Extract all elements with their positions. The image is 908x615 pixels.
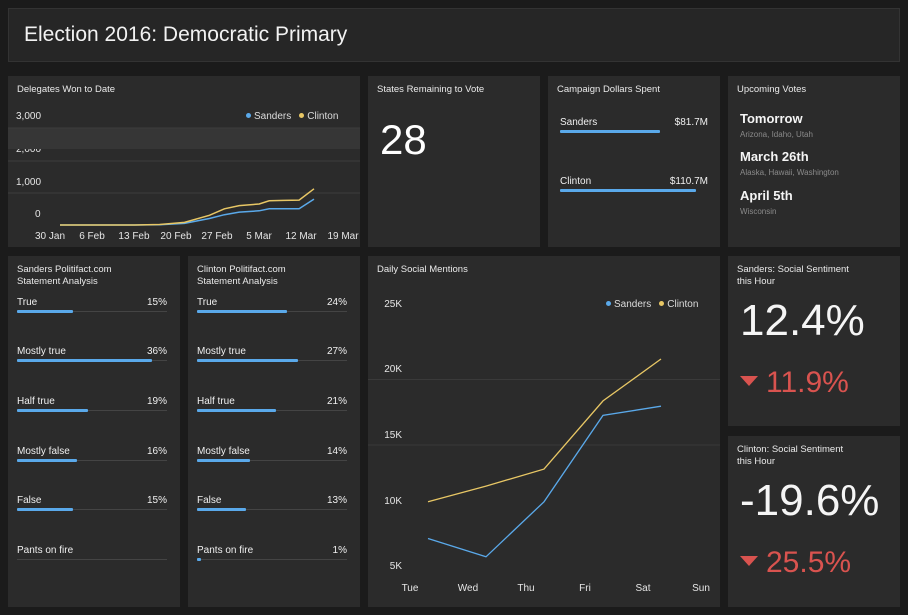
- states-title: States Remaining to Vote: [377, 84, 485, 95]
- sanders-politifact-title: Sanders Politifact.com Statement Analysi…: [17, 264, 112, 287]
- upcoming-date: Tomorrow: [740, 111, 803, 126]
- politifact-label: Half true: [197, 396, 235, 407]
- social-line-clinton: [427, 358, 662, 503]
- clinton-politifact-title: Clinton Politifact.com Statement Analysi…: [197, 264, 286, 287]
- politifact-bar: [197, 359, 299, 362]
- politifact-bar: [17, 459, 77, 462]
- social-panel: Daily Social Mentions Sanders Clinton 25…: [368, 256, 720, 607]
- delegates-band: [8, 128, 360, 149]
- social-chart: [368, 358, 720, 558]
- campaign-panel: Campaign Dollars Spent Sanders $81.7M Cl…: [548, 76, 720, 247]
- upcoming-date: March 26th: [740, 149, 809, 164]
- upcoming-panel: Upcoming Votes Tomorrow Arizona, Idaho, …: [728, 76, 900, 247]
- upcoming-date: April 5th: [740, 188, 793, 203]
- down-triangle-icon: [740, 376, 758, 386]
- politifact-percent: 21%: [326, 396, 347, 407]
- politifact-percent: 1%: [332, 545, 347, 556]
- campaign-title: Campaign Dollars Spent: [557, 84, 660, 95]
- politifact-label: Mostly false: [17, 446, 70, 457]
- dashboard-header: Election 2016: Democratic Primary: [8, 8, 900, 62]
- clinton-sentiment-panel: Clinton: Social Sentiment this Hour -19.…: [728, 436, 900, 607]
- politifact-label: Mostly false: [197, 446, 250, 457]
- politifact-bar: [197, 508, 246, 511]
- politifact-bar: [197, 558, 201, 561]
- politifact-label: True: [17, 297, 38, 308]
- clinton-politifact-panel: Clinton Politifact.com Statement Analysi…: [188, 256, 360, 607]
- clinton-sentiment-title: Clinton: Social Sentiment this Hour: [737, 444, 844, 467]
- social-line-sanders: [427, 405, 662, 558]
- politifact-bar: [17, 359, 152, 362]
- upcoming-title: Upcoming Votes: [737, 84, 807, 95]
- down-triangle-icon: [740, 556, 758, 566]
- page-title: Election 2016: Democratic Primary: [24, 23, 348, 46]
- politifact-label: Pants on fire: [197, 545, 254, 556]
- states-remaining-value: 28: [380, 116, 427, 163]
- politifact-percent: 16%: [146, 446, 167, 457]
- politifact-label: Mostly true: [17, 346, 66, 357]
- delegates-line-clinton: [60, 188, 315, 226]
- clinton-sentiment-delta: 25.5%: [740, 546, 851, 580]
- campaign-bar: [560, 130, 661, 133]
- campaign-amount: $81.7M: [674, 117, 708, 128]
- campaign-bar: [560, 189, 696, 192]
- politifact-bar: [197, 409, 276, 412]
- politifact-label: Pants on fire: [17, 545, 74, 556]
- delegates-panel: Delegates Won to Date Sanders Clinton 3,…: [8, 76, 360, 247]
- campaign-name: Clinton: [560, 176, 592, 187]
- sanders-sentiment-panel: Sanders: Social Sentiment this Hour 12.4…: [728, 256, 900, 426]
- sanders-sentiment-value: 12.4%: [740, 296, 865, 345]
- politifact-label: False: [17, 495, 42, 506]
- sanders-sentiment-delta: 11.9%: [740, 366, 849, 400]
- upcoming-states: Alaska, Hawaii, Washington: [740, 168, 839, 177]
- politifact-percent: 15%: [146, 495, 167, 506]
- campaign-name: Sanders: [560, 117, 598, 128]
- politifact-percent: 15%: [146, 297, 167, 308]
- politifact-percent: 27%: [326, 346, 347, 357]
- politifact-label: True: [197, 297, 218, 308]
- politifact-bar: [17, 310, 74, 313]
- politifact-percent: 19%: [146, 396, 167, 407]
- politifact-bar: [197, 459, 250, 462]
- campaign-amount: $110.7M: [669, 176, 708, 187]
- sanders-politifact-panel: Sanders Politifact.com Statement Analysi…: [8, 256, 180, 607]
- delegates-chart: [8, 127, 360, 226]
- politifact-bar: [197, 310, 287, 313]
- politifact-percent: 13%: [326, 495, 347, 506]
- upcoming-states: Arizona, Idaho, Utah: [740, 130, 813, 139]
- politifact-track: [17, 559, 167, 560]
- politifact-track: [197, 559, 347, 560]
- politifact-label: Half true: [17, 396, 55, 407]
- politifact-percent: 36%: [146, 346, 167, 357]
- clinton-sentiment-value: -19.6%: [740, 476, 880, 525]
- politifact-bar: [17, 508, 74, 511]
- politifact-label: False: [197, 495, 222, 506]
- politifact-percent: 14%: [326, 446, 347, 457]
- upcoming-states: Wisconsin: [740, 207, 777, 216]
- states-panel: States Remaining to Vote 28: [368, 76, 540, 247]
- politifact-bar: [17, 409, 89, 412]
- politifact-percent: 24%: [326, 297, 347, 308]
- politifact-label: Mostly true: [197, 346, 246, 357]
- sanders-sentiment-title: Sanders: Social Sentiment this Hour: [737, 264, 849, 287]
